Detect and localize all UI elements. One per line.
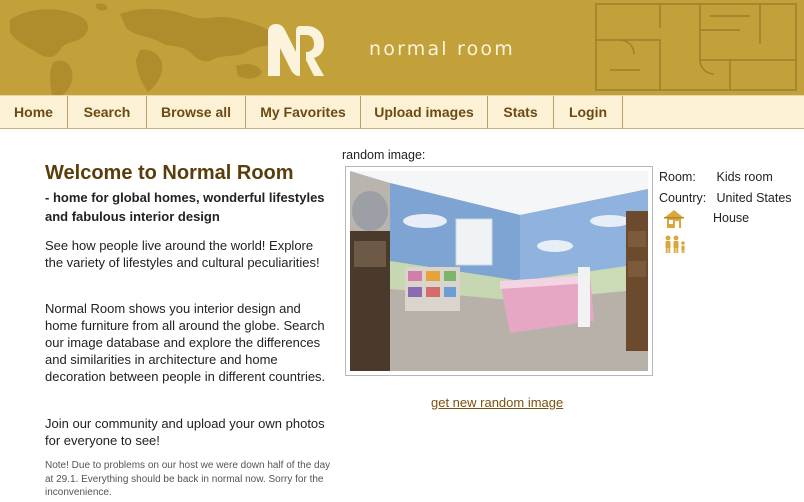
country-info: Country: United States — [659, 191, 792, 205]
dwelling-type: House — [713, 211, 750, 225]
downtime-note: Note! Due to problems on our host we wer… — [45, 460, 331, 498]
nr-logo-icon[interactable] — [266, 22, 326, 78]
nav-upload-images[interactable]: Upload images — [361, 96, 488, 129]
house-icon — [664, 210, 684, 228]
tagline: - home for global homes, wonderful lifes… — [45, 190, 325, 224]
page-title: Welcome to Normal Room — [45, 162, 294, 184]
room-value: Kids room — [716, 170, 773, 184]
community-paragraph: Join our community and upload your own p… — [45, 416, 325, 448]
site-header: normal room — [0, 0, 804, 95]
people-icon — [665, 235, 685, 253]
nav-browse-all[interactable]: Browse all — [147, 96, 246, 129]
nav-home[interactable]: Home — [0, 96, 68, 129]
kids-room-photo — [350, 171, 648, 371]
site-brand-name: normal room — [369, 38, 515, 60]
nav-login[interactable]: Login — [554, 96, 623, 129]
room-key: Room: — [659, 170, 696, 184]
nav-search[interactable]: Search — [68, 96, 147, 129]
nav-my-favorites[interactable]: My Favorites — [246, 96, 361, 129]
floor-plan-decoration — [595, 3, 797, 91]
room-info: Room: Kids room — [659, 170, 773, 184]
random-image-label: random image: — [342, 148, 426, 162]
world-map-decoration — [10, 3, 280, 95]
main-navigation: Home Search Browse all My Favorites Uplo… — [0, 95, 804, 129]
country-value: United States — [716, 191, 792, 205]
get-new-random-image-link[interactable]: get new random image — [431, 395, 563, 410]
intro-paragraph: See how people live around the world! Ex… — [45, 238, 320, 270]
description-paragraph: Normal Room shows you interior design an… — [45, 301, 326, 384]
country-key: Country: — [659, 191, 707, 205]
nav-stats[interactable]: Stats — [488, 96, 554, 129]
random-image[interactable] — [345, 166, 653, 376]
